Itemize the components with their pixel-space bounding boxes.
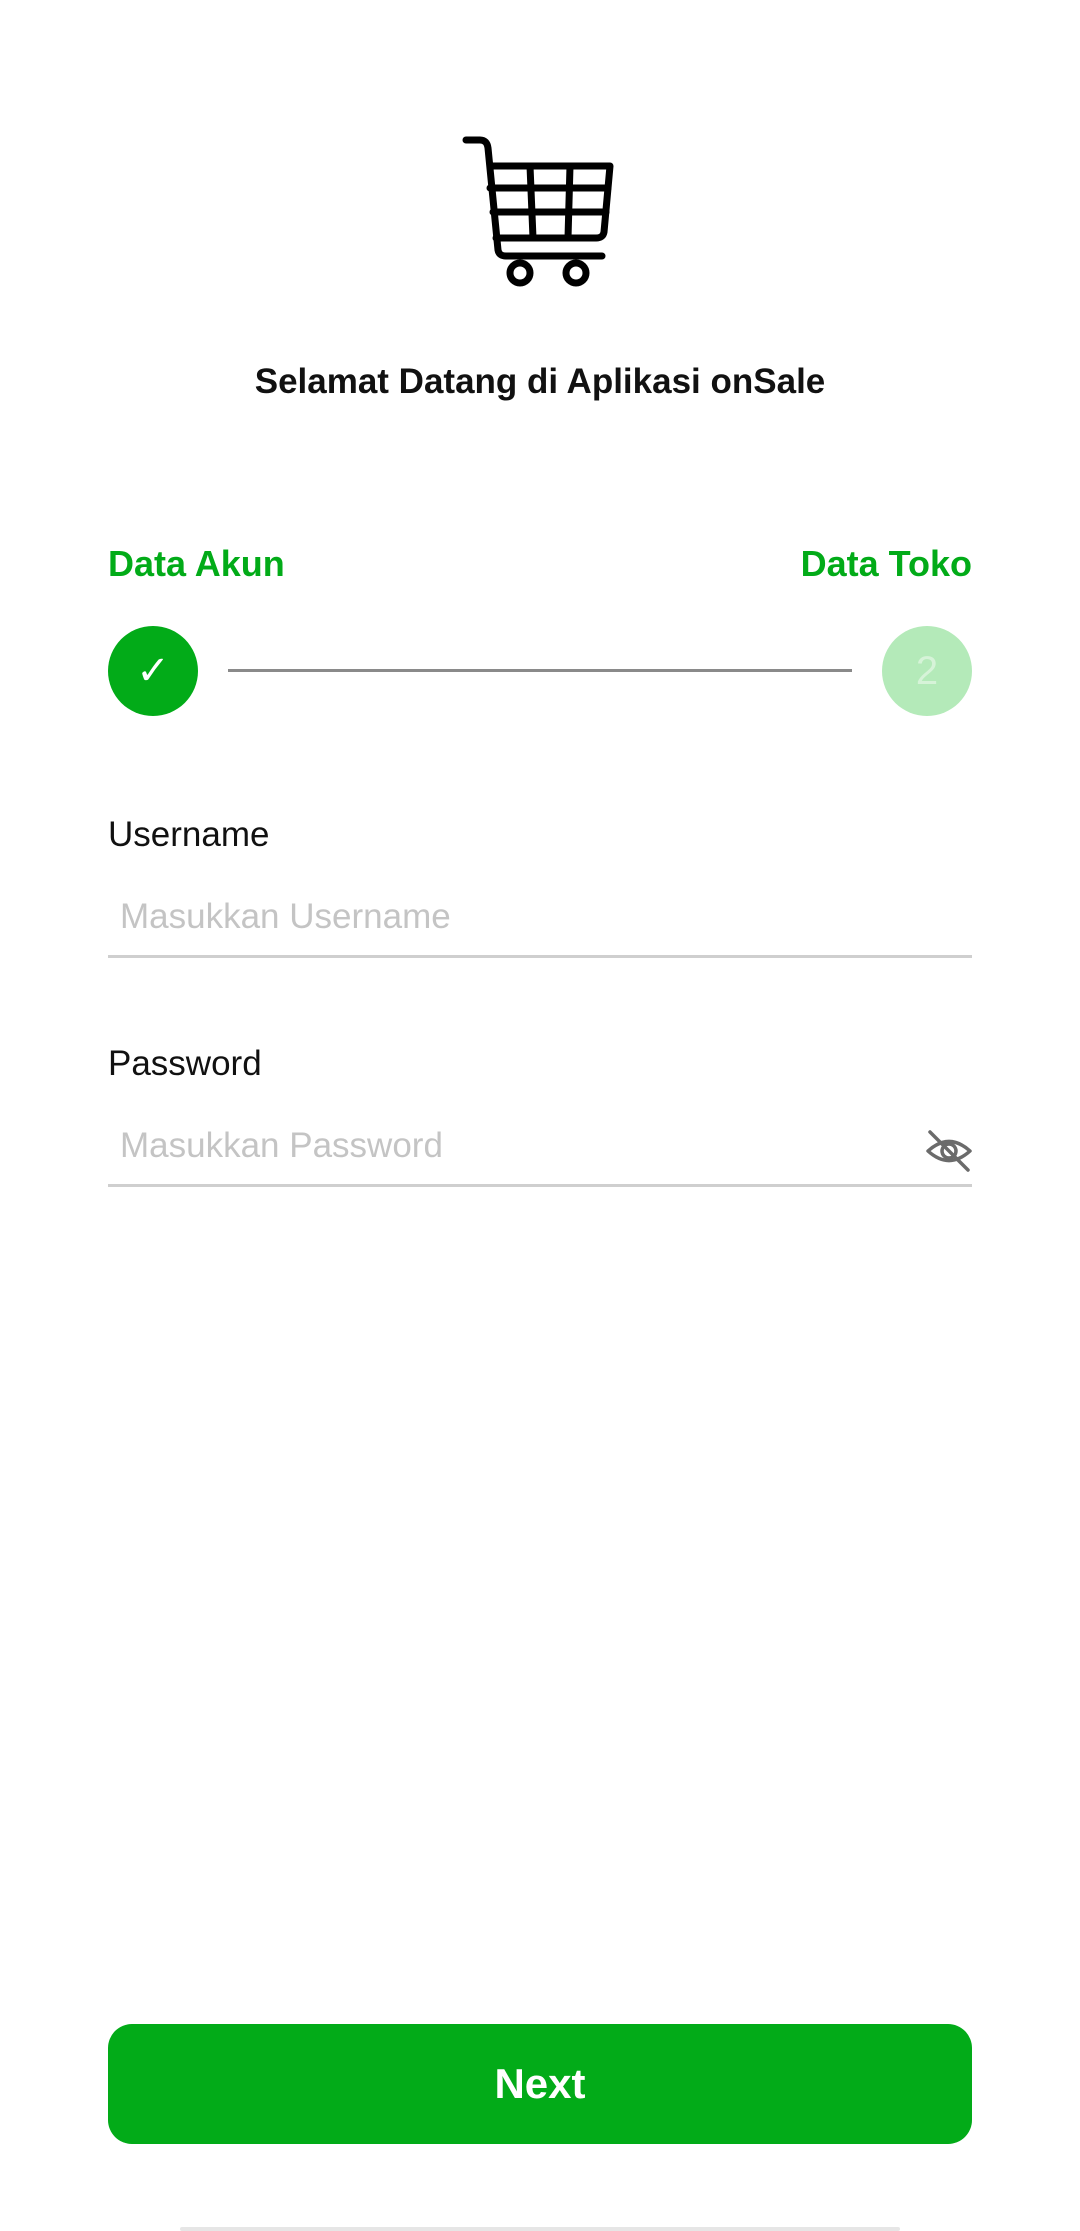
step-2-label: Data Toko [800,543,972,584]
eye-off-icon[interactable] [924,1126,974,1176]
username-label: Username [108,815,270,854]
check-icon: ✓ [136,649,170,693]
password-label: Password [108,1044,262,1083]
shopping-cart-icon [462,136,614,287]
home-indicator-bar [180,2227,900,2231]
step-1-label: Data Akun [108,543,285,584]
step-1-indicator: ✓ [108,626,198,716]
username-input[interactable] [108,878,972,958]
step-2-indicator: 2 [882,626,972,716]
welcome-title: Selamat Datang di Aplikasi onSale [254,362,826,401]
stepper-connector-line [228,669,852,672]
password-input[interactable] [108,1107,972,1187]
next-button[interactable]: Next [108,2024,972,2144]
step-2-number: 2 [915,648,939,693]
